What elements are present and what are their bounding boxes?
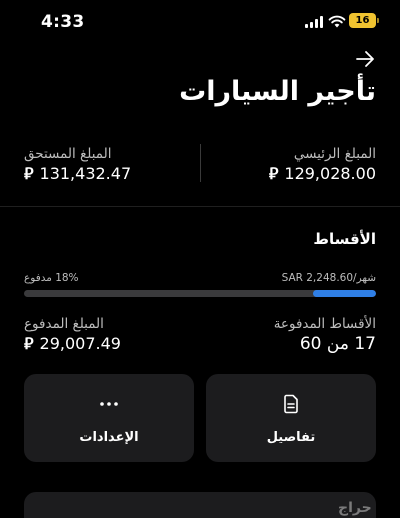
riyal-icon: ⃁ — [268, 164, 279, 183]
status-bar: 4:33 16 — [0, 0, 400, 44]
installments-progress-bar — [24, 290, 376, 297]
settings-card-label: الإعدادات — [79, 430, 139, 445]
paid-installments-label: الأقساط المدفوعة — [273, 316, 376, 332]
monthly-payment: SAR 2,248.60/شهر — [281, 272, 376, 284]
due-amount-value: ⃁ 131,432.47 — [24, 164, 132, 183]
principal-amount-label: المبلغ الرئيسي — [293, 146, 376, 162]
document-icon — [284, 394, 298, 414]
settings-card[interactable]: الإعدادات — [24, 374, 194, 462]
paid-installments-value: 17 من 60 — [299, 334, 376, 354]
battery-tip — [377, 18, 379, 23]
more-dots-icon — [100, 402, 118, 406]
riyal-icon: ⃁ — [24, 164, 34, 183]
installments-title: الأقساط — [313, 230, 376, 248]
riyal-icon: ⃁ — [24, 334, 34, 353]
paid-percent: 18% مدفوع — [24, 272, 79, 284]
wifi-icon — [328, 15, 346, 28]
paid-amount-label: المبلغ المدفوع — [24, 316, 104, 332]
section-divider — [0, 206, 400, 207]
paid-amount-value: ⃁ 29,007.49 — [24, 334, 121, 353]
back-arrow-icon[interactable] — [354, 48, 376, 70]
amounts-divider — [200, 144, 201, 182]
details-card-label: تفاصيل — [266, 430, 316, 445]
haraj-watermark: حراج — [338, 500, 372, 516]
principal-amount-value: ⃁ 129,028.00 — [268, 164, 376, 183]
due-amount-label: المبلغ المستحق — [24, 146, 112, 162]
progress-fill — [312, 290, 376, 297]
details-card[interactable]: تفاصيل — [206, 374, 376, 462]
bottom-card[interactable] — [24, 492, 376, 518]
page-title: تأجير السيارات — [179, 76, 376, 107]
battery-indicator: 16 — [349, 13, 376, 28]
cellular-signal-icon — [305, 16, 325, 28]
status-time: 4:33 — [41, 12, 85, 32]
